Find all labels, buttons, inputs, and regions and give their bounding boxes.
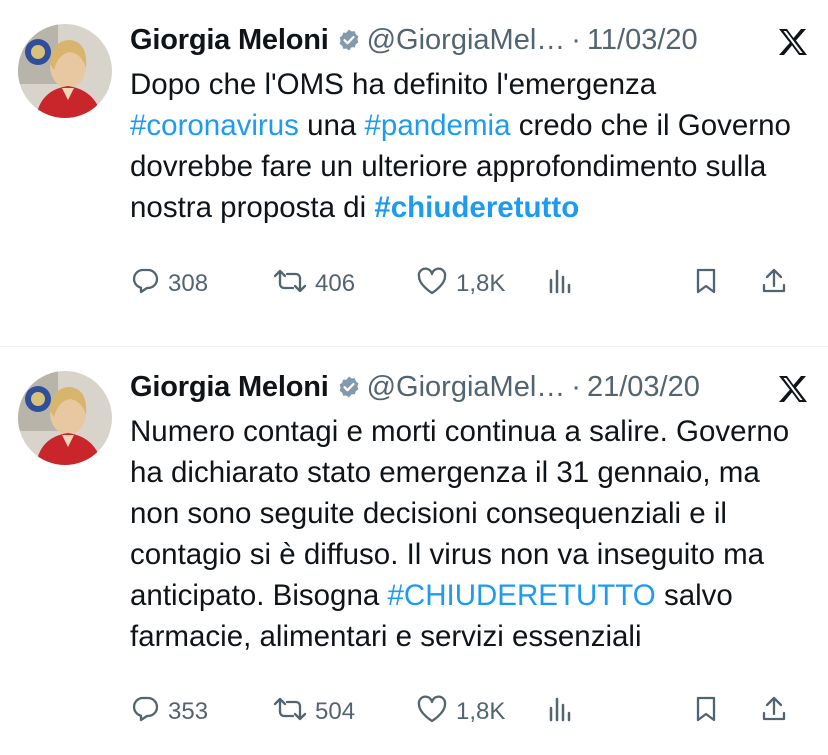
heart-icon	[416, 695, 448, 730]
author-name[interactable]: Giorgia Meloni	[130, 24, 329, 57]
views-icon	[546, 267, 574, 302]
tweet-text: Numero contagi e morti continua a salire…	[130, 411, 808, 657]
share-icon	[760, 695, 788, 730]
tweet-text-segment: Dopo che l'OMS ha definito l'emergenza	[130, 68, 657, 101]
bookmark-icon	[692, 695, 720, 730]
share-icon	[760, 267, 788, 302]
retweet-count: 406	[315, 270, 356, 297]
bookmark-icon	[692, 267, 720, 302]
share-button[interactable]	[760, 695, 788, 730]
author-name[interactable]: Giorgia Meloni	[130, 371, 329, 404]
reply-button[interactable]: 308	[130, 267, 273, 302]
like-count: 1,8K	[456, 270, 506, 297]
views-button[interactable]	[546, 695, 692, 730]
author-handle[interactable]: @GiorgiaMel…	[367, 24, 566, 57]
hashtag-link[interactable]: #chiuderetutto	[374, 191, 579, 224]
reply-icon	[130, 267, 160, 302]
tweet-text: Dopo che l'OMS ha definito l'emergenza #…	[130, 64, 808, 228]
like-button[interactable]: 1,8K	[416, 695, 546, 730]
separator-dot: ·	[571, 23, 581, 56]
bookmark-button[interactable]	[692, 695, 760, 730]
retweet-count: 504	[315, 698, 356, 725]
tweet-date[interactable]: 21/03/20	[587, 371, 700, 404]
bookmark-button[interactable]	[692, 267, 760, 302]
retweet-icon	[273, 695, 307, 730]
separator-dot: ·	[571, 370, 581, 403]
tweet[interactable]: Giorgia Meloni @GiorgiaMel… · 11/03/20 D…	[0, 0, 828, 346]
hashtag-link[interactable]: #CHIUDERETUTTO	[387, 579, 655, 612]
like-count: 1,8K	[456, 698, 506, 725]
hashtag-link[interactable]: #coronavirus	[130, 109, 299, 142]
retweet-button[interactable]: 406	[273, 267, 416, 302]
tweet-date[interactable]: 11/03/20	[587, 24, 698, 57]
retweet-button[interactable]: 504	[273, 695, 416, 730]
reply-count: 353	[168, 698, 209, 725]
share-button[interactable]	[760, 267, 788, 302]
like-button[interactable]: 1,8K	[416, 267, 546, 302]
views-button[interactable]	[546, 267, 692, 302]
views-icon	[546, 695, 574, 730]
author-handle[interactable]: @GiorgiaMel…	[367, 371, 566, 404]
avatar[interactable]	[18, 24, 112, 118]
verified-badge-icon	[337, 375, 361, 399]
tweet-text-segment: una	[298, 109, 365, 142]
x-logo-icon	[778, 375, 808, 408]
reply-icon	[130, 695, 160, 730]
reply-button[interactable]: 353	[130, 695, 273, 730]
retweet-icon	[273, 267, 307, 302]
heart-icon	[416, 267, 448, 302]
reply-count: 308	[168, 270, 209, 297]
hashtag-link[interactable]: #pandemia	[365, 109, 511, 142]
tweet[interactable]: Giorgia Meloni @GiorgiaMel… · 21/03/20 N…	[0, 347, 828, 755]
avatar[interactable]	[18, 371, 112, 465]
verified-badge-icon	[337, 28, 361, 52]
x-logo-icon	[778, 28, 808, 61]
